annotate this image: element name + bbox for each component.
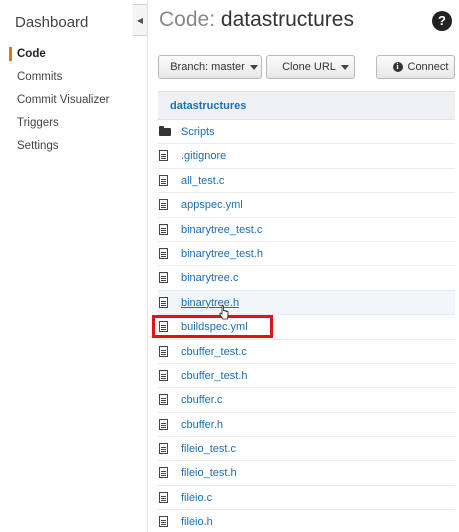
file-link[interactable]: fileio_test.c [181, 443, 236, 455]
file-link[interactable]: Scripts [181, 126, 215, 138]
sidebar-item-commits[interactable]: Commits [0, 67, 133, 90]
file-icon [159, 150, 168, 162]
table-row[interactable]: fileio_test.h [158, 461, 455, 486]
file-link[interactable]: fileio.h [181, 516, 213, 528]
highlight-annotation-box [152, 315, 273, 338]
file-icon [159, 491, 168, 503]
branch-dropdown-button[interactable]: Branch: master [158, 55, 262, 79]
file-link[interactable]: fileio.c [181, 492, 212, 504]
file-icon [159, 247, 168, 259]
file-icon [159, 296, 168, 308]
page-title: Code: datastructures [159, 8, 354, 32]
file-link[interactable]: appspec.yml [181, 199, 243, 211]
help-icon[interactable]: ? [432, 11, 452, 31]
file-icon [159, 174, 168, 186]
sidebar-item-commit-visualizer[interactable]: Commit Visualizer [0, 90, 133, 113]
table-row[interactable]: cbuffer.c [158, 388, 455, 413]
hand-cursor-icon [219, 305, 229, 320]
file-link[interactable]: cbuffer_test.c [181, 346, 247, 358]
sidebar-nav: Code Commits Commit Visualizer Triggers … [0, 44, 133, 159]
page-title-repo: datastructures [220, 8, 354, 31]
file-link[interactable]: .gitignore [181, 150, 226, 162]
table-row[interactable]: cbuffer_test.h [158, 364, 455, 389]
file-icon [159, 394, 168, 406]
table-row[interactable]: fileio.h [158, 510, 455, 532]
caret-down-icon [249, 64, 258, 70]
sidebar-collapse-button[interactable]: ◀ [133, 4, 148, 36]
file-link[interactable]: cbuffer_test.h [181, 370, 247, 382]
sidebar-item-code[interactable]: Code [0, 44, 133, 67]
folder-icon [159, 126, 171, 136]
file-link[interactable]: cbuffer.h [181, 419, 223, 431]
file-icon [159, 369, 168, 381]
file-icon [159, 223, 168, 235]
caret-down-icon [340, 64, 349, 70]
connect-label: Connect [407, 61, 449, 73]
file-table: datastructures Scripts .gitignore all_te… [158, 91, 455, 532]
branch-dropdown-label: Branch: master [170, 61, 245, 73]
sidebar-divider [147, 0, 148, 532]
table-row[interactable]: .gitignore [158, 144, 455, 169]
table-row[interactable]: fileio.c [158, 486, 455, 511]
file-icon [159, 443, 168, 455]
table-row[interactable]: appspec.yml [158, 193, 455, 218]
table-row[interactable]: cbuffer.h [158, 413, 455, 438]
table-row[interactable]: all_test.c [158, 169, 455, 194]
file-link[interactable]: binarytree.h [181, 297, 239, 309]
file-table-header[interactable]: datastructures [158, 91, 455, 120]
file-link[interactable]: binarytree_test.h [181, 248, 263, 260]
table-row[interactable]: binarytree_test.h [158, 242, 455, 267]
table-row[interactable]: fileio_test.c [158, 437, 455, 462]
file-icon [159, 272, 168, 284]
file-link[interactable]: all_test.c [181, 175, 224, 187]
file-icon [159, 345, 168, 357]
clone-url-label: Clone URL [282, 61, 336, 73]
page-title-prefix: Code: [159, 8, 216, 31]
table-row[interactable]: Scripts [158, 120, 455, 145]
sidebar-item-triggers[interactable]: Triggers [0, 113, 133, 136]
table-row[interactable]: binarytree_test.c [158, 218, 455, 242]
file-icon [159, 516, 168, 528]
file-link[interactable]: fileio_test.h [181, 467, 237, 479]
file-link[interactable]: binarytree_test.c [181, 224, 262, 236]
table-row[interactable]: binarytree.h [158, 290, 455, 316]
sidebar-title[interactable]: Dashboard [15, 14, 88, 31]
table-row[interactable]: binarytree.c [158, 266, 455, 291]
sidebar: Dashboard Code Commits Commit Visualizer… [0, 0, 133, 532]
chevron-left-icon: ◀ [136, 15, 144, 25]
clone-url-dropdown-button[interactable]: Clone URL [266, 55, 355, 79]
file-icon [159, 418, 168, 430]
file-icon [159, 467, 168, 479]
file-link[interactable]: cbuffer.c [181, 394, 222, 406]
file-icon [159, 199, 168, 211]
connect-button[interactable]: i Connect [376, 55, 455, 79]
sidebar-item-settings[interactable]: Settings [0, 136, 133, 159]
table-row[interactable]: cbuffer_test.c [158, 340, 455, 364]
file-link[interactable]: binarytree.c [181, 272, 238, 284]
info-icon: i [392, 62, 403, 73]
